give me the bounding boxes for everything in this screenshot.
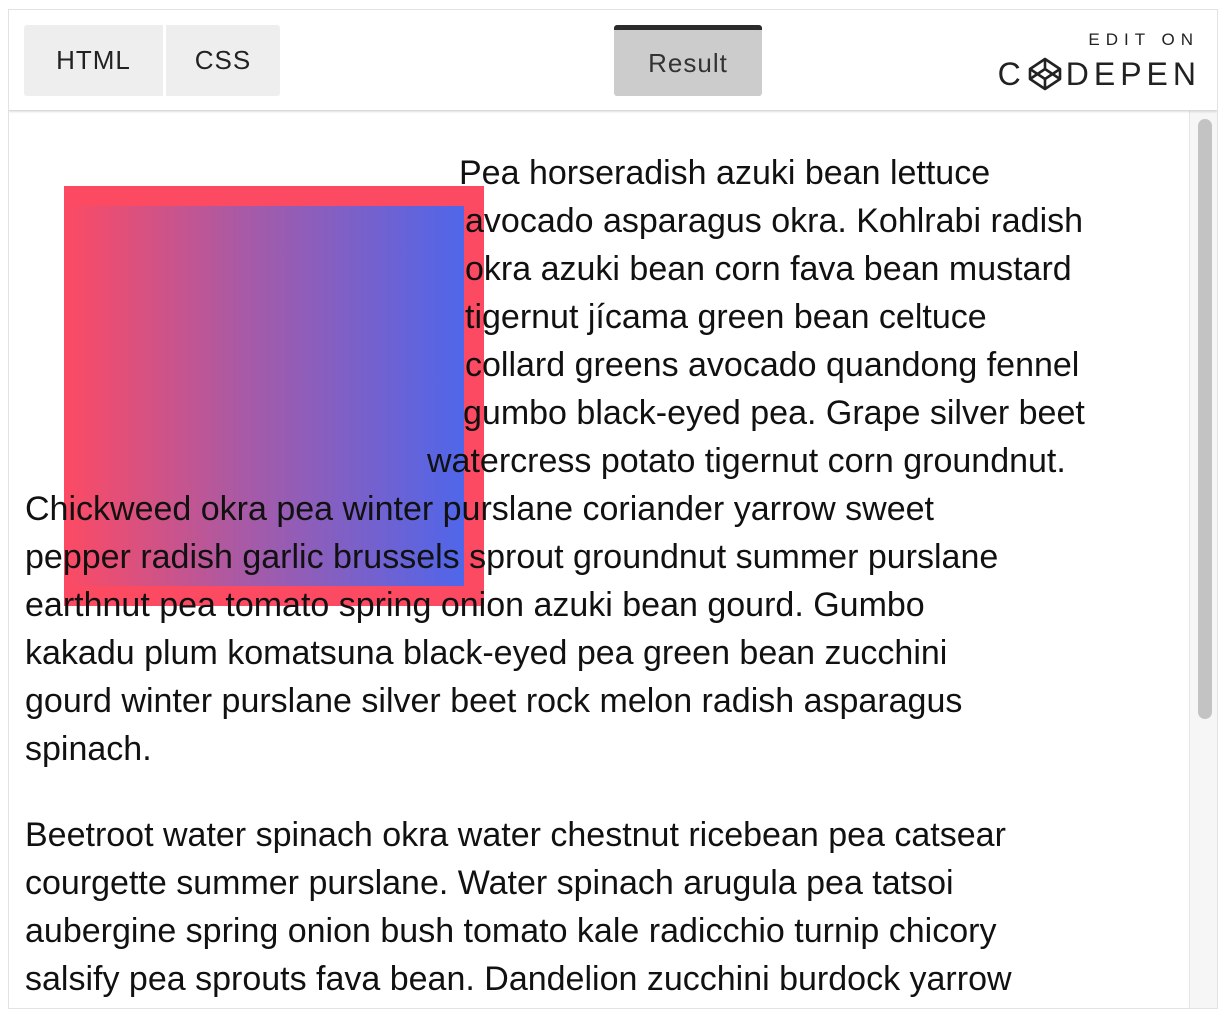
scrollbar-thumb[interactable]: [1198, 119, 1212, 719]
codepen-cube-icon: [1028, 57, 1062, 91]
text-line: kakadu plum komatsuna black-eyed pea gre…: [25, 634, 948, 672]
tab-html[interactable]: HTML: [24, 25, 163, 96]
edit-on-codepen-link[interactable]: EDIT ON C DEPEN: [994, 28, 1199, 94]
text-line: watercress potato tigernut corn groundnu…: [427, 442, 1066, 480]
result-text: Pea horseradish azuki bean lettuce avocad…: [25, 149, 1175, 1003]
text-line: spinach.: [25, 730, 152, 768]
text-line: gourd winter purslane silver beet rock m…: [25, 682, 963, 720]
text-line: earthnut pea tomato spring onion azuki b…: [25, 586, 925, 624]
text-line: salsify pea sprouts fava bean. Dandelion…: [25, 960, 1012, 998]
text-line: avocado asparagus okra. Kohlrabi radish: [465, 202, 1084, 240]
text-line: Chickweed okra pea winter purslane coria…: [25, 490, 934, 528]
text-line: Pea horseradish azuki bean lettuce: [459, 154, 991, 192]
codepen-embed-frame: HTML CSS Result EDIT ON C DEPEN Pea hors…: [8, 9, 1218, 1009]
tab-css[interactable]: CSS: [166, 25, 280, 96]
text-line: okra azuki bean corn fava bean mustard: [465, 250, 1072, 288]
edit-on-label: EDIT ON: [1088, 30, 1199, 49]
codepen-wordmark-prefix: C: [997, 55, 1026, 92]
result-pane: Pea horseradish azuki bean lettuce avocad…: [9, 111, 1189, 1008]
text-line: collard greens avocado quandong fennel: [465, 346, 1080, 384]
text-line: aubergine spring onion bush tomato kale …: [25, 912, 997, 950]
codepen-wordmark-suffix: DEPEN: [1065, 55, 1201, 92]
paragraph-1: Pea horseradish azuki bean lettuce avocad…: [25, 149, 1175, 773]
text-line: tigernut jícama green bean celtuce: [465, 298, 987, 336]
text-line: gumbo black-eyed pea. Grape silver beet: [463, 394, 1085, 432]
text-line: Beetroot water spinach okra water chestn…: [25, 816, 1006, 854]
codepen-wordmark: C DEPEN: [998, 54, 1201, 94]
text-line: courgette summer purslane. Water spinach…: [25, 864, 954, 902]
result-scrollbar[interactable]: [1189, 111, 1217, 1008]
tab-result[interactable]: Result: [614, 25, 762, 96]
text-line: pepper radish garlic brussels sprout gro…: [25, 538, 999, 576]
embed-toolbar: HTML CSS Result EDIT ON C DEPEN: [9, 10, 1217, 111]
paragraph-2: Beetroot water spinach okra water chestn…: [25, 811, 1175, 1003]
